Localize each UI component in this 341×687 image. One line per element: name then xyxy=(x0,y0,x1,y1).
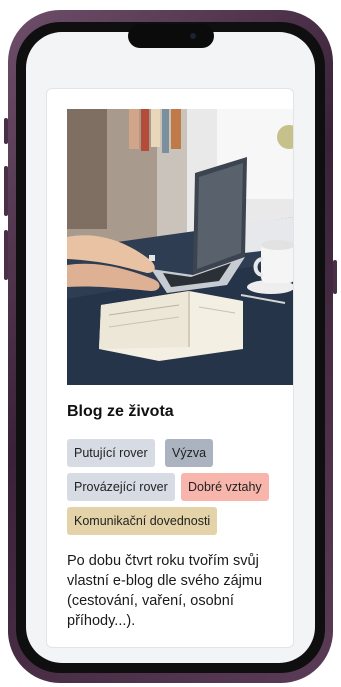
tag-provazejici-rover[interactable]: Provázející rover xyxy=(67,473,175,501)
phone-frame: Blog ze života Putující rover Výzva Prov… xyxy=(4,10,337,683)
post-title: Blog ze života xyxy=(67,403,174,420)
phone-volume-down-button xyxy=(4,230,8,280)
dynamic-island xyxy=(128,24,214,48)
tag-dobre-vztahy[interactable]: Dobré vztahy xyxy=(181,473,269,501)
tag-vyzva[interactable]: Výzva xyxy=(165,439,214,467)
phone-volume-up-button xyxy=(4,166,8,216)
tag-putujici-rover[interactable]: Putující rover xyxy=(67,439,155,467)
tag-komunikacni-dovednosti[interactable]: Komunikační dovednosti xyxy=(67,507,218,535)
phone-screen: Blog ze života Putující rover Výzva Prov… xyxy=(26,32,315,663)
phone-mute-switch xyxy=(4,118,8,144)
camera-icon xyxy=(190,33,196,39)
phone-power-button xyxy=(333,260,337,294)
post-image xyxy=(67,109,293,385)
post-card[interactable]: Blog ze života Putující rover Výzva Prov… xyxy=(46,88,294,648)
phone-bezel: Blog ze života Putující rover Výzva Prov… xyxy=(16,22,325,673)
post-description: Po dobu čtvrt roku tvořím svůj vlastní e… xyxy=(67,553,263,629)
